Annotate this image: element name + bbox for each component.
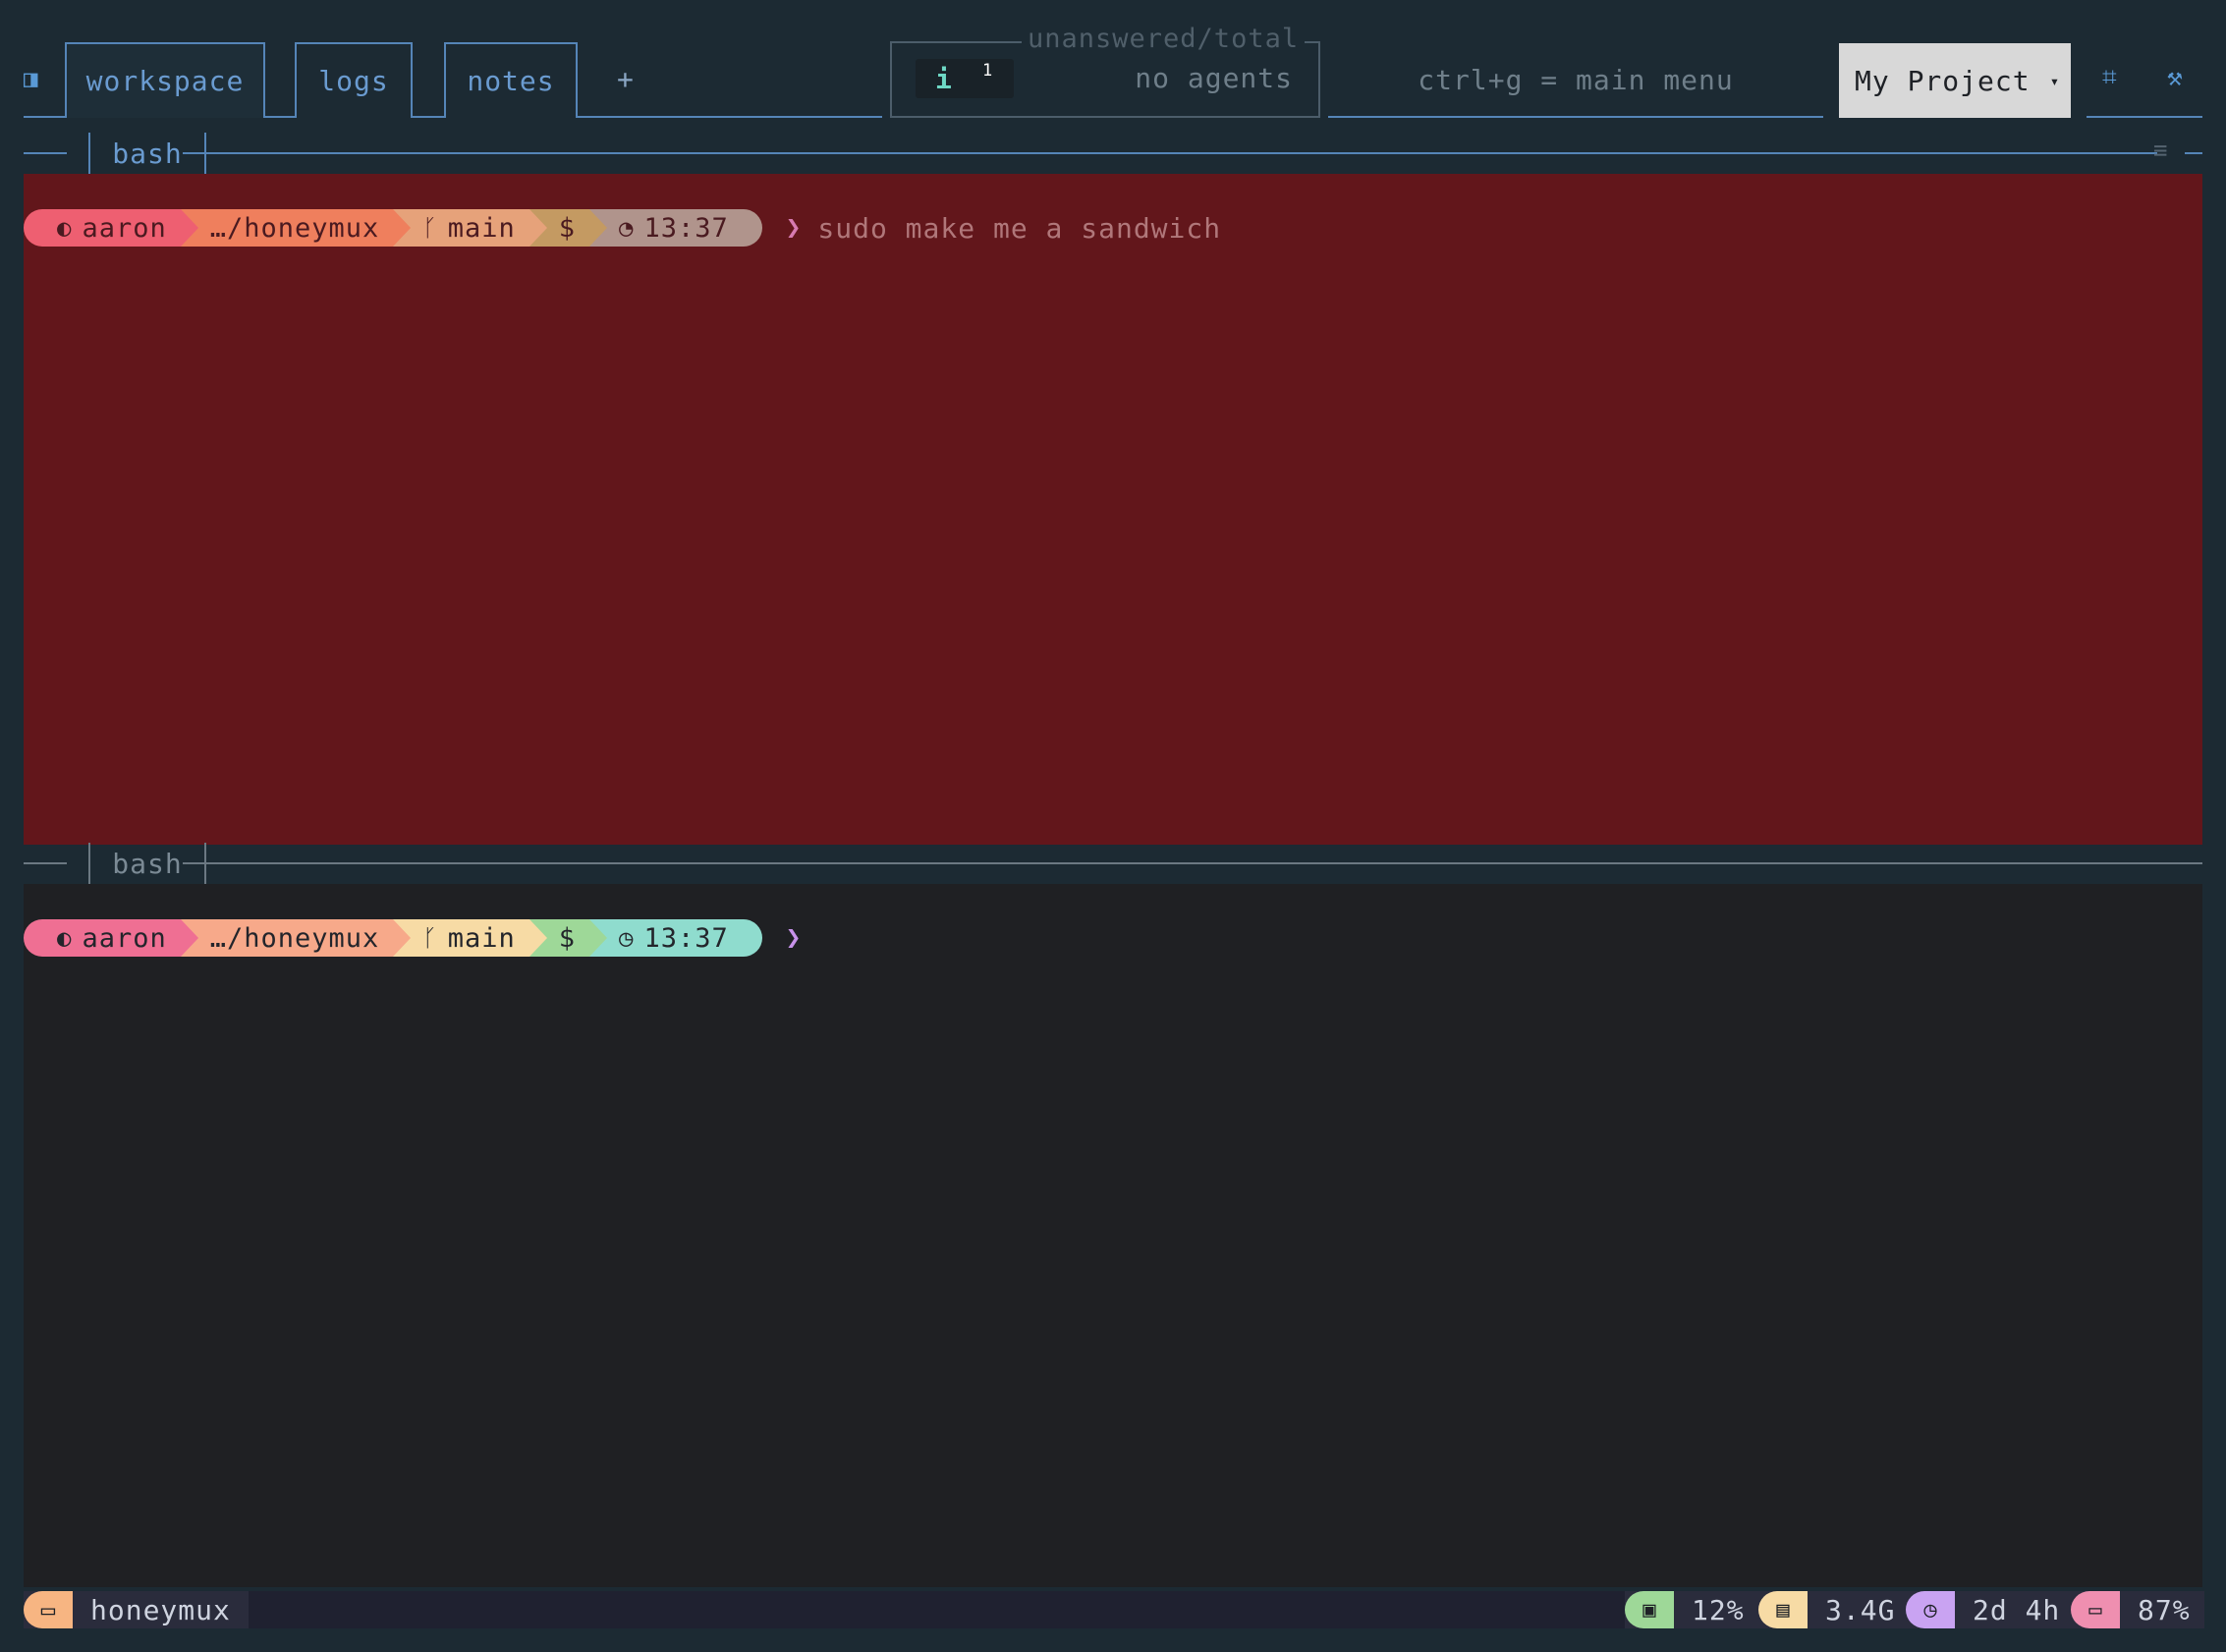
main-menu-hint: ctrl+g = main menu [1418, 64, 1734, 96]
prompt-branch: ᚴ main [393, 209, 548, 247]
menu-icon[interactable]: ≡ [2153, 137, 2167, 164]
tabbar-rule [411, 116, 446, 118]
agents-status: no agents [1135, 62, 1293, 94]
layout-icon[interactable]: ⌗ [2102, 63, 2117, 93]
git-branch-icon: ᚴ [422, 214, 438, 242]
tab-label: logs [318, 65, 389, 97]
battery-value: 87% [2138, 1593, 2191, 1626]
sidebar-toggle-icon[interactable]: ◨ [24, 65, 37, 92]
cpu-value: 12% [1692, 1593, 1745, 1626]
status-bar: ▭ honeymux ▣ 12% ▤ 3.4G ◷ 2d 4h ▭ 87% [24, 1591, 2204, 1628]
prompt-user: ◐ aaron [24, 919, 198, 957]
tab-logs[interactable]: logs [295, 42, 413, 118]
prompt-caret: ❯ [785, 213, 803, 243]
cpu-icon: ▣ [1625, 1591, 1674, 1628]
memory-value: 3.4G [1825, 1593, 1896, 1626]
prompt-caret: ❯ [785, 923, 803, 953]
agents-legend: unanswered/total [1022, 24, 1306, 54]
terminal-pane[interactable]: ◐ aaron …/honeymux ᚴ main $ ◷ 13:37 ❯ [24, 884, 2202, 1587]
agents-count: 1 [982, 61, 993, 81]
battery-stat: ▭ 87% [2071, 1591, 2204, 1628]
shell-prompt: ◐ aaron …/honeymux ᚴ main $ ◔ 13:37 ❯ sudo … [24, 209, 1221, 247]
clock-icon: ◷ [1906, 1591, 1955, 1628]
session-name: honeymux [90, 1593, 231, 1626]
tabbar-rule [2087, 116, 2202, 118]
command-text: sudo make me a sandwich [817, 211, 1222, 245]
cpu-stat: ▣ 12% [1625, 1591, 1758, 1628]
pane-title: bash [88, 843, 206, 884]
info-icon: i [935, 62, 952, 95]
prompt-user: ◐ aaron [24, 209, 198, 247]
top-bar: ◨ workspace logs notes + no agents unans… [0, 0, 2226, 138]
tabbar-rule [576, 116, 882, 118]
clock-icon: ◔ [619, 214, 635, 242]
fedora-icon: ◐ [57, 924, 73, 952]
agents-info-chip[interactable]: i 1 [916, 59, 1014, 98]
prompt-time: ◔ 13:37 [589, 209, 762, 247]
pane-header[interactable]: bash [24, 843, 2202, 884]
clock-icon: ◷ [619, 924, 635, 952]
tab-label: workspace [85, 65, 245, 97]
tab-workspace[interactable]: workspace [65, 42, 265, 118]
shell-prompt: ◐ aaron …/honeymux ᚴ main $ ◷ 13:37 ❯ [24, 919, 802, 957]
project-label: My Project [1855, 64, 2031, 97]
uptime-stat: ◷ 2d 4h [1906, 1591, 2075, 1628]
memory-icon: ▤ [1758, 1591, 1808, 1628]
fedora-icon: ◐ [57, 214, 73, 242]
project-selector[interactable]: My Project ▾ [1839, 43, 2071, 118]
memory-stat: ▤ 3.4G [1758, 1591, 1910, 1628]
prompt-branch: ᚴ main [393, 919, 548, 957]
git-branch-icon: ᚴ [422, 924, 438, 952]
session-indicator[interactable]: ▭ honeymux [24, 1591, 249, 1628]
chevron-down-icon: ▾ [2049, 71, 2061, 90]
monitor-icon: ▭ [24, 1591, 73, 1628]
tab-label: notes [467, 65, 555, 97]
pane-header[interactable]: bash ≡ [24, 133, 2202, 174]
terminal-pane-alert[interactable]: ◐ aaron …/honeymux ᚴ main $ ◔ 13:37 ❯ sudo … [24, 174, 2202, 845]
prompt-path: …/honeymux [180, 209, 411, 247]
prompt-path: …/honeymux [180, 919, 411, 957]
battery-icon: ▭ [2071, 1591, 2120, 1628]
tab-notes[interactable]: notes [444, 42, 578, 118]
new-tab-button[interactable]: + [617, 63, 634, 95]
prompt-time: ◷ 13:37 [589, 919, 762, 957]
tabbar-rule [263, 116, 295, 118]
pane-title: bash [88, 133, 206, 174]
tools-icon[interactable]: ⚒ [2167, 63, 2183, 92]
uptime-value: 2d 4h [1973, 1593, 2061, 1626]
tabbar-rule [24, 116, 71, 118]
